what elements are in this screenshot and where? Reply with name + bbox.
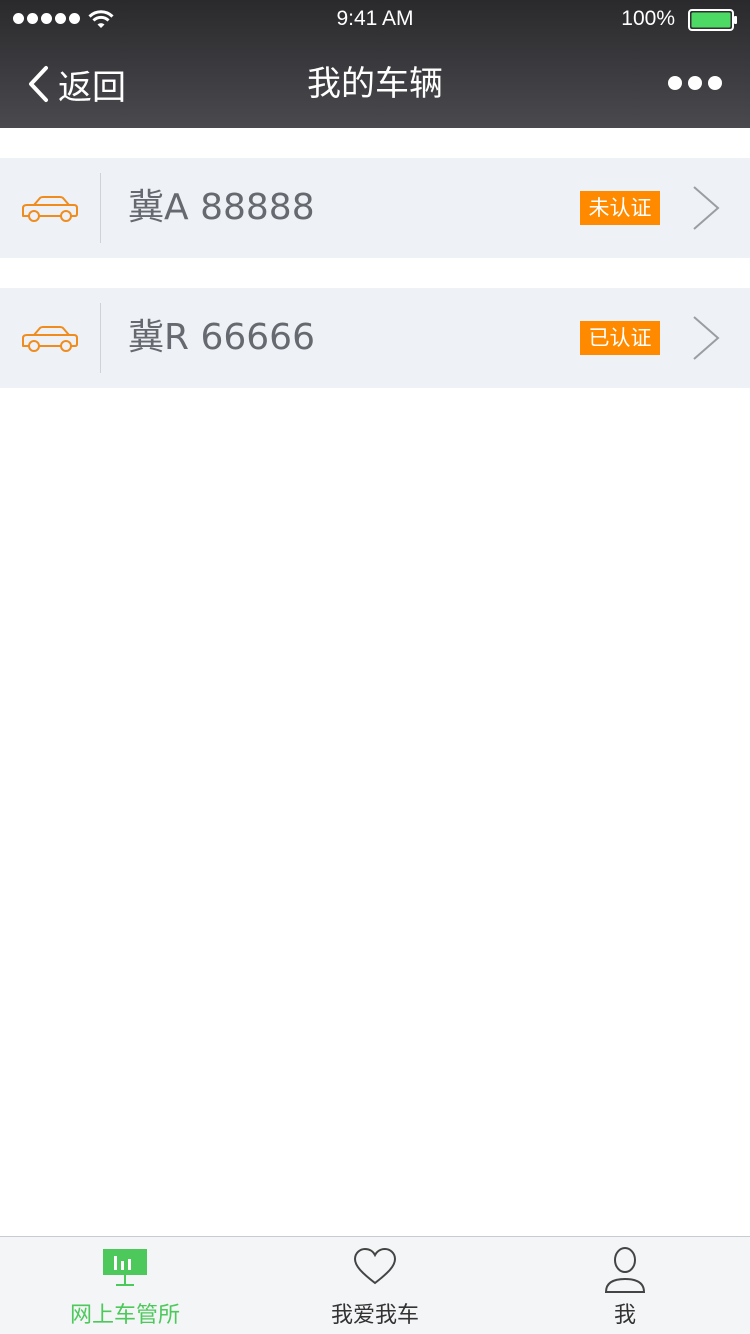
vehicle-item[interactable]: 冀R 66666 已认证 [0,288,750,388]
status-badge: 已认证 [580,321,660,355]
car-icon [22,326,78,352]
status-badge: 未认证 [580,191,660,225]
back-label: 返回 [58,67,126,108]
tab-online-dmv[interactable]: 网上车管所 [0,1237,250,1334]
tab-my-car[interactable]: 我爱我车 [250,1237,500,1334]
tab-me[interactable]: 我 [500,1237,750,1334]
tab-label: 我爱我车 [330,1303,419,1328]
status-bar: 9:41 AM 100% [0,0,750,40]
chevron-right-icon [693,186,720,230]
app-header: 9:41 AM 100% 返回 我的车辆 [0,0,750,128]
chart-board-icon [103,1249,147,1286]
more-dots-icon[interactable] [668,76,722,90]
heart-icon [353,1247,397,1285]
item-divider [100,173,101,243]
plate-number: 冀R 66666 [128,317,315,358]
chevron-right-icon [693,316,720,360]
back-button[interactable]: 返回 [26,60,126,108]
plate-number: 冀A 88888 [128,187,315,228]
person-icon [604,1247,646,1293]
tab-label: 我 [613,1303,636,1328]
battery-percent: 100% [621,7,675,30]
car-icon [22,196,78,222]
tab-label: 网上车管所 [69,1303,180,1328]
battery-icon [688,9,737,31]
item-divider [100,303,101,373]
chevron-left-icon [29,66,48,102]
tab-bar: 网上车管所 我爱我车 我 [0,1236,750,1334]
vehicle-item[interactable]: 冀A 88888 未认证 [0,158,750,258]
nav-bar: 返回 我的车辆 [0,40,750,128]
vehicle-list: 冀A 88888 未认证 冀R 66666 已认证 [0,158,750,418]
